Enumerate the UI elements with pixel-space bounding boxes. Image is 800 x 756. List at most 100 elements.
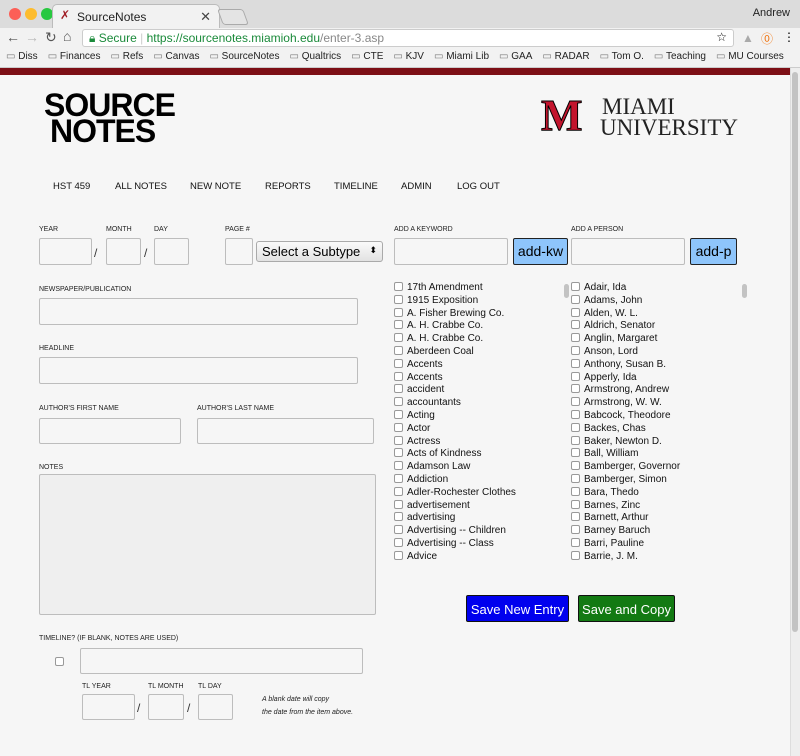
list-item[interactable]: Bara, Thedo xyxy=(571,486,739,500)
list-item[interactable]: Ball, William xyxy=(571,448,739,461)
sourcenotes-logo[interactable]: SOURCE NOTES xyxy=(44,89,176,147)
list-item[interactable]: Accents xyxy=(394,358,560,372)
item-checkbox[interactable] xyxy=(571,307,580,317)
nav-reports[interactable]: REPORTS xyxy=(265,181,311,192)
subtype-select[interactable]: Select a Subtype ⬍ xyxy=(256,241,383,262)
item-checkbox[interactable] xyxy=(571,358,580,368)
tl-year-input[interactable] xyxy=(82,694,135,720)
list-item[interactable]: Acts of Kindness xyxy=(394,448,560,461)
tl-day-input[interactable] xyxy=(198,694,233,720)
bookmark-item[interactable]: Miami Lib xyxy=(434,51,489,67)
bookmark-item[interactable]: Canvas xyxy=(153,51,200,67)
nav-admin[interactable]: ADMIN xyxy=(401,181,432,192)
bookmark-star-icon[interactable]: ☆ xyxy=(716,30,727,44)
item-checkbox[interactable] xyxy=(394,384,403,394)
list-item[interactable]: Armstrong, W. W. xyxy=(571,397,739,410)
browser-tab[interactable]: ✗ SourceNotes ✕ xyxy=(52,4,220,28)
timeline-input[interactable] xyxy=(80,648,363,674)
close-window-button[interactable] xyxy=(9,8,21,20)
profile-name[interactable]: Andrew xyxy=(753,7,790,19)
list-item[interactable]: A. H. Crabbe Co. xyxy=(394,333,560,346)
list-item[interactable]: Bamberger, Simon xyxy=(571,473,739,487)
list-item[interactable]: Adamson Law xyxy=(394,461,560,474)
reload-icon[interactable]: ↻ xyxy=(45,29,57,46)
keyword-list-scrollbar[interactable] xyxy=(564,284,569,298)
item-checkbox[interactable] xyxy=(394,473,403,483)
keyword-input[interactable] xyxy=(394,238,508,265)
timeline-checkbox[interactable] xyxy=(55,657,64,666)
home-icon[interactable]: ⌂ xyxy=(63,28,71,44)
item-checkbox[interactable] xyxy=(571,333,580,343)
bookmark-item[interactable]: Tom O. xyxy=(600,51,644,67)
item-checkbox[interactable] xyxy=(394,512,403,522)
list-item[interactable]: Advertising -- Class xyxy=(394,537,560,551)
bookmark-item[interactable]: Finances xyxy=(48,51,101,67)
publication-input[interactable] xyxy=(39,298,358,325)
list-item[interactable]: Barrie, J. M. xyxy=(571,550,739,564)
year-input[interactable] xyxy=(39,238,92,265)
item-checkbox[interactable] xyxy=(571,550,580,560)
tl-month-input[interactable] xyxy=(148,694,184,720)
list-item[interactable]: 1915 Exposition xyxy=(394,294,560,308)
address-bar[interactable]: 🔒︎ Secure | https://sourcenotes.miamioh.… xyxy=(82,29,734,47)
nav-all-notes[interactable]: ALL NOTES xyxy=(115,181,167,192)
list-item[interactable]: advertising xyxy=(394,512,560,525)
item-checkbox[interactable] xyxy=(394,282,403,291)
list-item[interactable]: Adams, John xyxy=(571,294,739,308)
list-item[interactable]: advertisement xyxy=(394,499,560,513)
save-new-entry-button[interactable]: Save New Entry xyxy=(466,595,569,622)
item-checkbox[interactable] xyxy=(571,499,580,509)
item-checkbox[interactable] xyxy=(394,333,403,343)
day-input[interactable] xyxy=(154,238,189,265)
list-item[interactable]: Baker, Newton D. xyxy=(571,435,739,449)
list-item[interactable]: Barnes, Zinc xyxy=(571,499,739,513)
list-item[interactable]: Aberdeen Coal xyxy=(394,345,560,359)
item-checkbox[interactable] xyxy=(571,512,580,522)
bookmark-item[interactable]: CTE xyxy=(351,51,383,67)
list-item[interactable]: Anson, Lord xyxy=(571,345,739,359)
list-item[interactable]: Anthony, Susan B. xyxy=(571,358,739,372)
headline-input[interactable] xyxy=(39,357,358,384)
list-item[interactable]: Acting xyxy=(394,409,560,423)
item-checkbox[interactable] xyxy=(571,448,580,458)
bookmark-item[interactable]: GAA xyxy=(499,51,532,67)
add-person-button[interactable]: add-p xyxy=(690,238,737,265)
back-icon[interactable]: ← xyxy=(6,29,20,45)
list-item[interactable]: Backes, Chas xyxy=(571,422,739,436)
list-item[interactable]: Actress xyxy=(394,435,560,449)
forward-icon[interactable]: → xyxy=(25,29,39,45)
list-item[interactable]: A. Fisher Brewing Co. xyxy=(394,307,560,321)
list-item[interactable]: Armstrong, Andrew xyxy=(571,384,739,397)
item-checkbox[interactable] xyxy=(394,435,403,445)
item-checkbox[interactable] xyxy=(394,537,403,547)
add-keyword-button[interactable]: add-kw xyxy=(513,238,568,265)
item-checkbox[interactable] xyxy=(394,307,403,317)
item-checkbox[interactable] xyxy=(394,371,403,381)
list-item[interactable]: Aldrich, Senator xyxy=(571,320,739,333)
notes-textarea[interactable] xyxy=(39,474,376,615)
item-checkbox[interactable] xyxy=(394,422,403,432)
item-checkbox[interactable] xyxy=(394,345,403,355)
item-checkbox[interactable] xyxy=(571,486,580,496)
nav-log-out[interactable]: LOG OUT xyxy=(457,181,500,192)
item-checkbox[interactable] xyxy=(571,294,580,304)
extension-icon[interactable]: ⓪ xyxy=(761,30,773,47)
item-checkbox[interactable] xyxy=(571,461,580,471)
nav-timeline[interactable]: TIMELINE xyxy=(334,181,378,192)
item-checkbox[interactable] xyxy=(394,550,403,560)
list-item[interactable]: Apperly, Ida xyxy=(571,371,739,385)
author-last-input[interactable] xyxy=(197,418,374,444)
page-scrollbar-thumb[interactable] xyxy=(792,72,798,632)
bookmark-item[interactable]: SourceNotes xyxy=(209,51,280,67)
item-checkbox[interactable] xyxy=(571,371,580,381)
month-input[interactable] xyxy=(106,238,141,265)
list-item[interactable]: Alden, W. L. xyxy=(571,307,739,321)
item-checkbox[interactable] xyxy=(394,409,403,419)
item-checkbox[interactable] xyxy=(394,358,403,368)
item-checkbox[interactable] xyxy=(394,294,403,304)
save-and-copy-button[interactable]: Save and Copy xyxy=(578,595,675,622)
item-checkbox[interactable] xyxy=(394,448,403,458)
bookmark-item[interactable]: RADAR xyxy=(542,51,590,67)
item-checkbox[interactable] xyxy=(394,320,403,330)
bookmark-item[interactable]: MU Courses xyxy=(716,51,784,67)
